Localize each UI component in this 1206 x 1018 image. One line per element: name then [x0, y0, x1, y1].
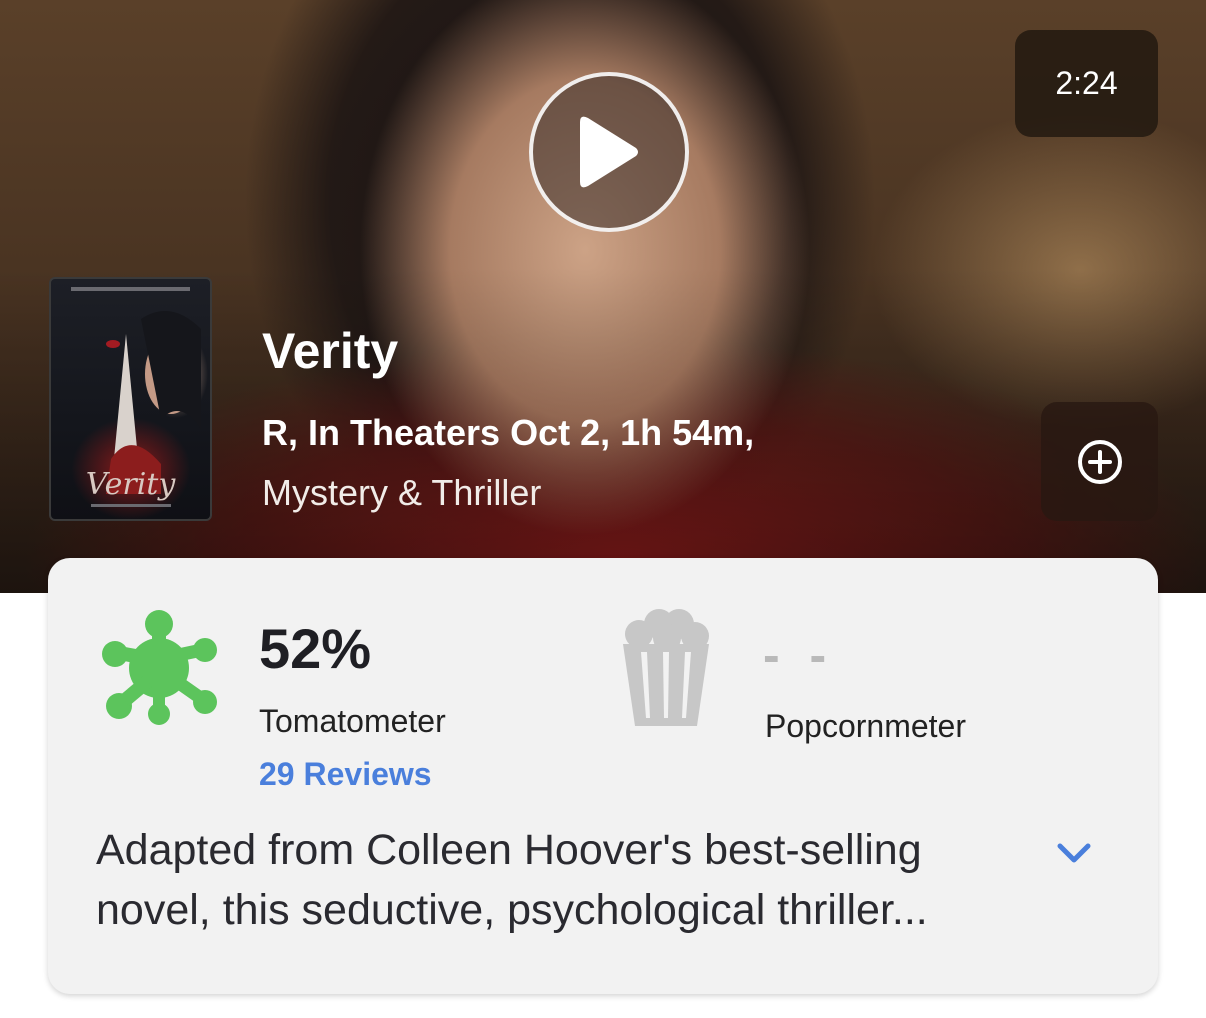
trailer-thumbnail[interactable]: 2:24 Verity Verity R, In Theaters Oct 2,… [0, 0, 1206, 593]
popcorn-bucket-icon [623, 609, 709, 726]
rotten-splat-icon [102, 610, 217, 725]
trailer-duration: 2:24 [1055, 65, 1118, 101]
movie-detail-page: 2:24 Verity Verity R, In Theaters Oct 2,… [0, 0, 1206, 1018]
play-icon [580, 116, 638, 188]
scores-card: 52% Tomatometer 29 Reviews - - Popcornme… [48, 558, 1158, 994]
tomatometer-score: 52% [259, 617, 372, 680]
movie-rating-release-runtime: R, In Theaters Oct 2, 1h 54m, [262, 412, 755, 453]
reviews-count-link[interactable]: 29 Reviews [259, 756, 432, 793]
chevron-down-icon[interactable] [1056, 840, 1092, 866]
play-trailer-button[interactable] [529, 72, 689, 232]
tomatometer-label: Tomatometer [259, 703, 446, 739]
trailer-duration-badge: 2:24 [1015, 30, 1158, 137]
poster-title: Verity [85, 467, 176, 502]
popcornmeter-score: - - [763, 627, 835, 683]
movie-synopsis[interactable]: Adapted from Colleen Hoover's best-selli… [96, 820, 996, 940]
plus-circle-icon [1077, 439, 1122, 484]
synopsis-line-2: novel, this seductive, psychological thr… [96, 886, 928, 934]
popcornmeter-label: Popcornmeter [765, 708, 966, 744]
add-to-watchlist-button[interactable] [1041, 402, 1158, 521]
movie-poster[interactable]: Verity [49, 277, 212, 521]
movie-title: Verity [262, 323, 399, 379]
movie-genre: Mystery & Thriller [262, 472, 542, 513]
synopsis-line-1: Adapted from Colleen Hoover's best-selli… [96, 826, 922, 874]
